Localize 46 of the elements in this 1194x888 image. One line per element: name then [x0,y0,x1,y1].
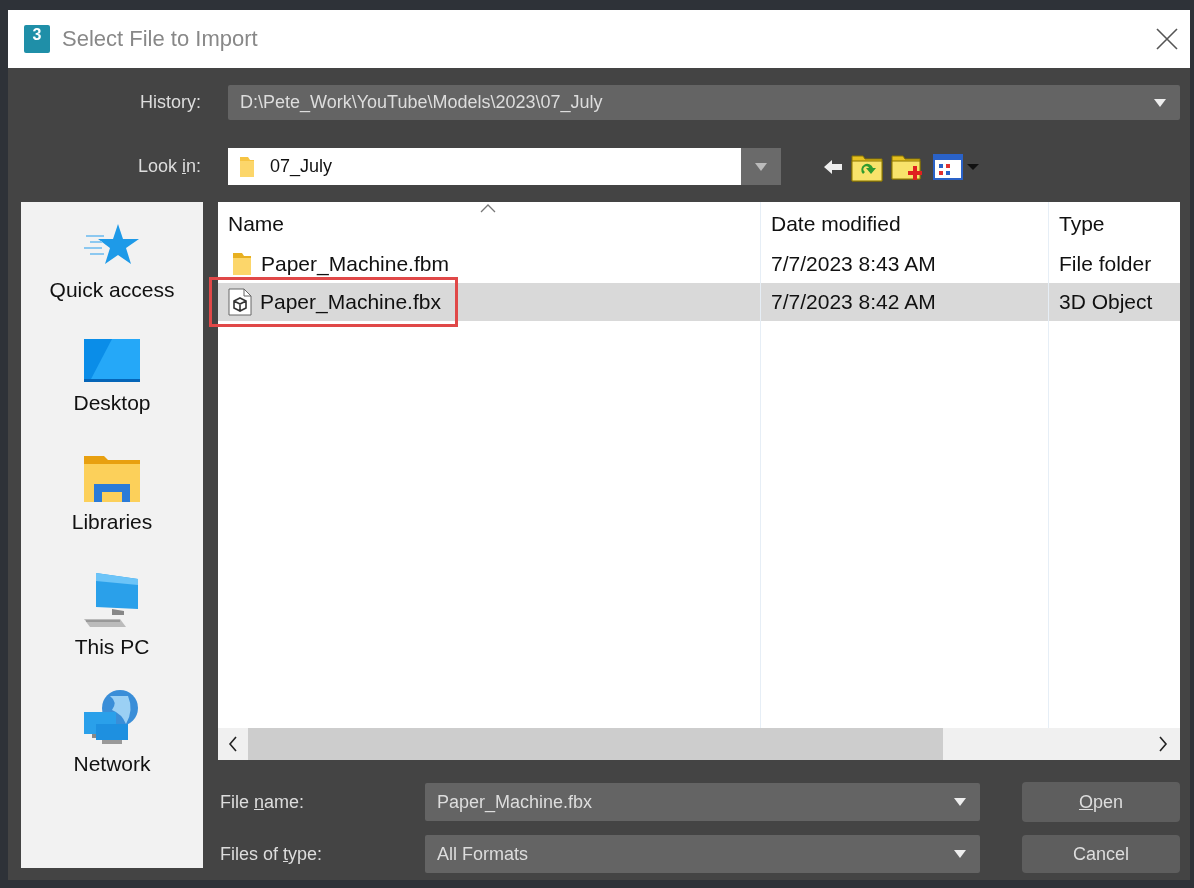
place-label: Desktop [73,391,151,415]
open-button[interactable]: Open [1022,782,1180,822]
dropdown-arrow-icon [954,797,966,807]
history-label: History: [139,92,201,113]
scroll-thumb[interactable] [248,728,943,760]
dropdown-arrow-icon [755,161,767,172]
column-header[interactable]: Date modified [760,202,1048,245]
column-header[interactable]: Name [218,202,760,245]
cube-file-icon [228,288,252,316]
look-in-label: Look in: [136,156,201,177]
desktop-icon [82,337,142,385]
app-logo-icon: 3 [24,25,50,53]
file-row-background[interactable] [218,283,1180,321]
folder-icon [231,251,253,277]
place-label: Network [73,752,151,776]
close-icon[interactable] [1156,28,1178,50]
back-arrow-icon[interactable] [823,157,843,176]
type-cell: 3D Object [1048,283,1180,321]
dropdown-arrow-icon [1154,97,1166,108]
window-title: Select File to Import [62,26,258,52]
place-item[interactable]: Libraries [71,454,153,563]
scroll-right-icon[interactable] [1158,736,1168,752]
file-name: Paper_Machine.fbx [260,290,441,314]
look-in-dropdown[interactable]: 07_July [228,148,781,185]
folder-icon [82,454,142,504]
place-item[interactable]: This PC [74,571,150,680]
place-label: Libraries [71,510,153,534]
file-name-field[interactable]: Paper_Machine.fbx [425,783,980,821]
file-name-label: File name: [219,791,306,813]
column-header[interactable]: Type [1048,202,1180,245]
place-label: Quick access [49,278,175,302]
view-menu-icon[interactable] [933,152,981,181]
place-item[interactable]: Quick access [49,220,175,329]
history-dropdown[interactable]: D:\Pete_Work\YouTube\Models\2023\07_July [228,85,1180,120]
date-cell: 7/7/2023 8:42 AM [760,283,1048,321]
scroll-left-icon[interactable] [228,736,238,752]
place-item[interactable]: Desktop [73,337,151,446]
place-item[interactable]: Network [73,688,151,797]
file-name: Paper_Machine.fbm [261,252,449,276]
horizontal-scrollbar[interactable] [218,728,1180,760]
place-label: This PC [74,635,150,659]
cancel-button[interactable]: Cancel [1022,835,1180,873]
folder-icon [238,154,256,179]
file-type-dropdown[interactable]: All Formats [425,835,980,873]
dropdown-arrow-icon [954,849,966,859]
file-type-label: Files of type: [219,843,324,865]
